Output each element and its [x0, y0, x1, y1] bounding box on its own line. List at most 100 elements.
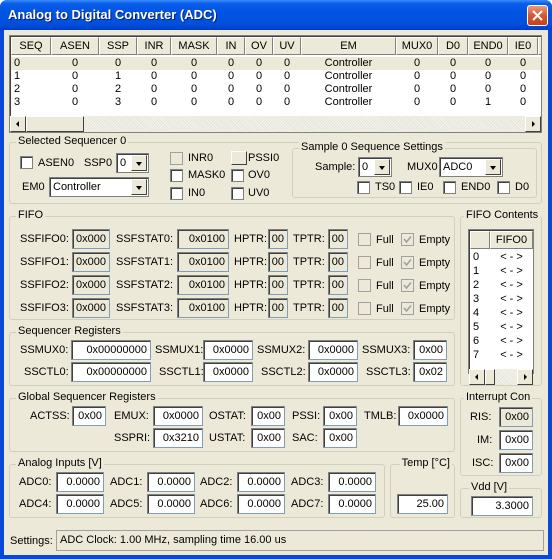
chevron-down-icon[interactable] [131, 179, 147, 195]
list-item[interactable]: 4 < - > [470, 307, 533, 320]
sample-settings-group: Sample 0 Sequence Settings Sample: 0 MUX… [292, 141, 537, 198]
emux-field[interactable]: 0x0000 [153, 406, 203, 426]
pssi0-button[interactable] [231, 151, 247, 165]
empty-label: Empty [419, 257, 451, 269]
ssmux3-field[interactable]: 0x00 [413, 340, 447, 360]
fifo-contents-index-header [470, 231, 490, 249]
sspri-field[interactable]: 0x3210 [153, 428, 203, 448]
column-header-ssp[interactable]: SSP [99, 37, 137, 55]
chevron-down-icon[interactable] [131, 155, 147, 171]
ostat-field[interactable]: 0x00 [251, 406, 285, 426]
tmlb-field[interactable]: 0x0000 [398, 406, 448, 426]
d0-checkbox[interactable] [497, 181, 510, 194]
column-header-seq[interactable]: SEQ [11, 37, 51, 55]
table-horizontal-scrollbar[interactable] [10, 116, 541, 132]
adc5-field[interactable]: 0.0000 [147, 494, 195, 514]
mux0-select[interactable]: ADC0 [439, 157, 503, 177]
list-item[interactable]: 3 < - > [470, 293, 533, 306]
ie0-checkbox[interactable] [399, 181, 412, 194]
mask0-checkbox[interactable] [170, 169, 183, 182]
table-cell-inr: 0 [150, 70, 158, 82]
ssctl2-field[interactable]: 0x0000 [308, 362, 358, 382]
fifo-contents-scrollbar[interactable] [469, 369, 533, 385]
ssmux1-field[interactable]: 0x0000 [203, 340, 253, 360]
full3-checkbox[interactable] [358, 302, 371, 315]
scroll-left-button[interactable] [10, 116, 26, 132]
scroll-right-button[interactable] [517, 369, 533, 385]
fifo-contents-title: FIFO Contents [464, 209, 541, 221]
pssi-field[interactable]: 0x00 [323, 406, 357, 426]
temp-field[interactable]: 25.00 [397, 494, 448, 514]
list-item[interactable]: 0 < - > [470, 251, 533, 264]
empty3-checkbox[interactable] [401, 302, 414, 315]
column-header-em[interactable]: EM [301, 37, 396, 55]
empty1-checkbox[interactable] [401, 256, 414, 269]
em0-select[interactable]: Controller [49, 177, 149, 197]
empty2-checkbox[interactable] [401, 279, 414, 292]
inr0-checkbox[interactable] [170, 152, 183, 165]
ssmux0-field[interactable]: 0x00000000 [71, 340, 151, 360]
adc3-field[interactable]: 0.0000 [328, 472, 376, 492]
adc6-field[interactable]: 0.0000 [237, 494, 285, 514]
column-header-uv[interactable]: UV [273, 37, 301, 55]
scroll-thumb[interactable] [26, 116, 84, 132]
adc2-field[interactable]: 0.0000 [237, 472, 285, 492]
end0-checkbox[interactable] [443, 181, 456, 194]
actss-field[interactable]: 0x00 [72, 406, 106, 426]
list-item[interactable]: 5 < - > [470, 321, 533, 334]
chevron-down-icon[interactable] [374, 159, 390, 175]
scroll-left-button[interactable] [469, 369, 485, 385]
full1-checkbox[interactable] [358, 256, 371, 269]
table-row[interactable]: 10100000Controller00000 [11, 70, 541, 83]
uv0-checkbox[interactable] [231, 187, 244, 200]
fifo-contents-list[interactable]: FIFO0 0 < - > 1 < - > 2 < - > 3 < - > 4 … [468, 229, 534, 374]
table-row[interactable]: 00000000Controller00000 [11, 57, 541, 70]
empty0-checkbox[interactable] [401, 233, 414, 246]
column-header-end0[interactable]: END0 [468, 37, 508, 55]
column-header-ie0[interactable]: IE0 [508, 37, 538, 55]
asen0-checkbox[interactable] [20, 156, 33, 169]
list-item[interactable]: 6 < - > [470, 335, 533, 348]
table-row[interactable]: 20200000Controller00000 [11, 83, 541, 96]
fifo-contents-column-header[interactable]: FIFO0 [490, 231, 533, 249]
isc-field[interactable]: 0x00 [499, 453, 533, 473]
list-item[interactable]: 1 < - > [470, 265, 533, 278]
column-header-ts0[interactable]: TS0 [538, 37, 541, 55]
im-field[interactable]: 0x00 [499, 430, 533, 450]
fifo-value: < - > [500, 251, 523, 263]
sample-select[interactable]: 0 [358, 157, 392, 177]
sac-field[interactable]: 0x00 [323, 428, 357, 448]
scroll-right-button[interactable] [525, 116, 541, 132]
close-button[interactable] [527, 5, 548, 26]
chevron-down-icon[interactable] [485, 159, 501, 175]
adc1-field[interactable]: 0.0000 [147, 472, 195, 492]
title-bar[interactable]: Analog to Digital Converter (ADC) [0, 0, 552, 30]
ssmux2-field[interactable]: 0x0000 [308, 340, 358, 360]
adc4-field[interactable]: 0.0000 [56, 494, 104, 514]
vdd-field[interactable]: 3.3000 [471, 496, 533, 516]
column-header-mask[interactable]: MASK [171, 37, 217, 55]
in0-checkbox[interactable] [170, 187, 183, 200]
column-header-inr[interactable]: INR [137, 37, 171, 55]
column-header-asen[interactable]: ASEN [51, 37, 99, 55]
full2-checkbox[interactable] [358, 279, 371, 292]
ssctl0-field[interactable]: 0x00000000 [71, 362, 151, 382]
ustat-field[interactable]: 0x00 [251, 428, 285, 448]
scroll-thumb[interactable] [485, 369, 495, 385]
ssctl3-field[interactable]: 0x02 [413, 362, 447, 382]
full0-checkbox[interactable] [358, 233, 371, 246]
column-header-d0[interactable]: D0 [438, 37, 468, 55]
column-header-in[interactable]: IN [217, 37, 245, 55]
adc7-field[interactable]: 0.0000 [328, 494, 376, 514]
list-item[interactable]: 2 < - > [470, 279, 533, 292]
table-cell-ssp: 3 [114, 96, 122, 108]
column-header-mux0[interactable]: MUX0 [396, 37, 438, 55]
ssctl1-field[interactable]: 0x0000 [203, 362, 253, 382]
table-row[interactable]: 30300000Controller00100 [11, 96, 541, 109]
column-header-ov[interactable]: OV [245, 37, 273, 55]
list-item[interactable]: 7 < - > [470, 349, 533, 362]
ts0-checkbox[interactable] [357, 181, 370, 194]
adc0-field[interactable]: 0.0000 [56, 472, 104, 492]
ssp0-select[interactable]: 0 [116, 153, 149, 173]
ov0-checkbox[interactable] [231, 169, 244, 182]
